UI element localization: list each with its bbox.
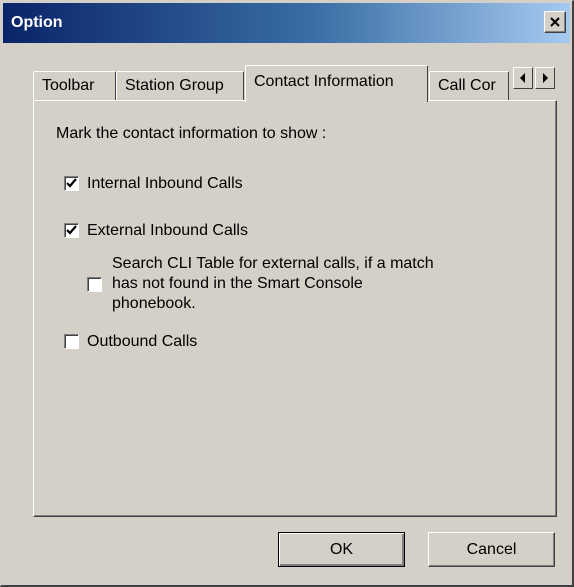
checkmark-icon (66, 178, 77, 188)
arrow-right-icon (543, 73, 548, 83)
external-inbound-calls-checkbox[interactable] (64, 223, 79, 238)
outbound-calls-label: Outbound Calls (87, 333, 198, 350)
search-cli-table-option[interactable]: Search CLI Table for external calls, if … (87, 254, 434, 314)
search-cli-table-label-line: Search CLI Table for external calls, if … (112, 255, 434, 272)
outbound-calls-option[interactable]: Outbound Calls (64, 332, 197, 352)
checkmark-icon (66, 225, 77, 235)
tab-label: Call Cor (438, 77, 496, 94)
tab-scroll-right-button[interactable] (535, 67, 555, 89)
tab-label: Station Group (125, 77, 224, 94)
tab-contact-information[interactable]: Contact Information (245, 65, 428, 102)
search-cli-table-label: Search CLI Table for external calls, if … (112, 254, 434, 314)
tab-station-group[interactable]: Station Group (116, 71, 244, 101)
cancel-button[interactable]: Cancel (428, 532, 555, 567)
internal-inbound-calls-option[interactable]: Internal Inbound Calls (64, 174, 243, 194)
title-bar[interactable]: Option (3, 3, 570, 43)
close-icon (550, 17, 560, 27)
tab-toolbar[interactable]: Toolbar (33, 71, 116, 101)
search-cli-table-label-line: has not found in the Smart Console (112, 275, 363, 292)
arrow-left-icon (520, 73, 525, 83)
tab-label: Contact Information (254, 73, 394, 90)
tab-label: Toolbar (42, 77, 95, 94)
internal-inbound-calls-label: Internal Inbound Calls (87, 175, 243, 192)
search-cli-table-label-line: phonebook. (112, 295, 196, 312)
close-button[interactable] (544, 11, 566, 33)
option-dialog: Option Toolbar Station Group Contact Inf… (0, 0, 574, 587)
tab-strip: Toolbar Station Group Contact Informatio… (33, 65, 563, 102)
panel-prompt: Mark the contact information to show : (56, 125, 327, 142)
outbound-calls-checkbox[interactable] (64, 334, 79, 349)
internal-inbound-calls-checkbox[interactable] (64, 176, 79, 191)
cancel-button-label: Cancel (466, 540, 517, 558)
ok-button[interactable]: OK (278, 532, 405, 567)
external-inbound-calls-label: External Inbound Calls (87, 222, 248, 239)
external-inbound-calls-option[interactable]: External Inbound Calls (64, 221, 248, 241)
tab-call-cor[interactable]: Call Cor (429, 71, 509, 101)
tab-scroll-left-button[interactable] (513, 67, 533, 89)
search-cli-table-checkbox[interactable] (87, 277, 102, 292)
window-title: Option (11, 14, 63, 31)
ok-button-label: OK (329, 540, 354, 558)
